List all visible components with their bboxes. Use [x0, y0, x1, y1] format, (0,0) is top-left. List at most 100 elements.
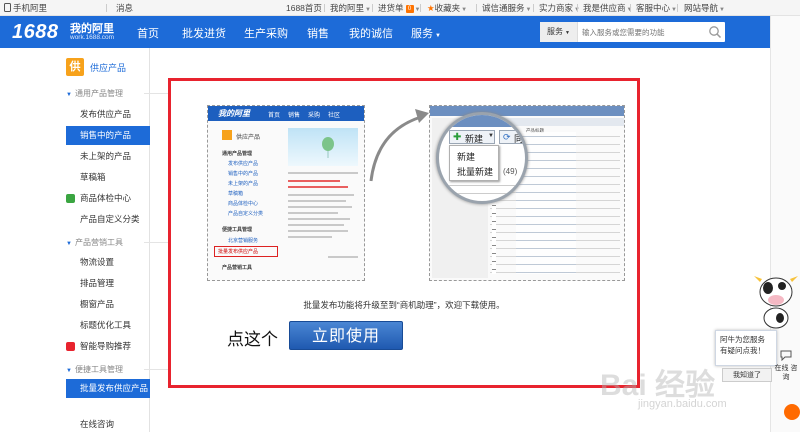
sidebar-item-title-optimize[interactable]: 标题优化工具	[66, 316, 150, 335]
divider	[420, 4, 421, 12]
mini-link: 北京营销服务	[228, 238, 259, 244]
sidebar-group-tools[interactable]: ▼ 便捷工具管理	[66, 364, 214, 375]
sidebar-item-off-shelf[interactable]: 未上架的产品	[66, 147, 150, 166]
mini-link: 未上架的产品	[228, 181, 259, 187]
lens-row-line	[447, 185, 525, 186]
sidebar-item-on-sale[interactable]: 销售中的产品	[66, 126, 150, 145]
caret-down-icon: ▼	[488, 133, 494, 139]
sidebar-item-showcase[interactable]: 橱窗产品	[66, 295, 150, 314]
mini-group: 通用产品管理	[222, 151, 253, 157]
phone-icon	[4, 3, 11, 12]
my-alibaba-menu[interactable]: 我的阿里▼	[330, 2, 371, 14]
sidebar-item-logistics[interactable]: 物流设置	[66, 253, 150, 272]
mini-banner-image	[288, 128, 358, 166]
supply-product-icon: 供	[66, 58, 84, 76]
mini-nav-item: 销售	[288, 113, 301, 119]
sidebar-item-custom-category[interactable]: 产品自定义分类	[66, 210, 150, 229]
lens-menu-batch: 批量新建	[457, 167, 494, 177]
mini-text-line	[288, 218, 350, 220]
mini-text-line	[328, 256, 358, 258]
find-seller-menu[interactable]: 实力商家▼	[539, 2, 580, 14]
feedback-badge-icon[interactable]	[784, 404, 800, 420]
purchase-count-badge: 0	[405, 5, 414, 13]
divider	[630, 4, 631, 12]
sidebar-item-arrangement[interactable]: 排品管理	[66, 274, 150, 293]
sidebar-item-label: 商品体检中心	[80, 193, 132, 203]
sidebar-item-smart-guide[interactable]: 智能导购推荐	[66, 337, 150, 356]
mobile-ali-link[interactable]: 手机阿里	[4, 2, 47, 14]
mini-link: 发布供应产品	[228, 161, 259, 167]
search-input[interactable]	[582, 22, 707, 42]
caret-down-icon: ▼	[525, 7, 532, 13]
lens-new-button: ✚ 新建 ▼	[449, 130, 495, 144]
sidebar-group-label: 便捷工具管理	[74, 365, 123, 374]
caret-down-icon: ▼	[461, 7, 468, 13]
tutorial-screenshot-new: 产品标题 ✚ 新建 ▼ ⟳ 同步	[429, 105, 625, 281]
use-now-button[interactable]: 立即使用	[289, 321, 403, 350]
sidebar-online-consult[interactable]: 在线咨询	[66, 415, 150, 432]
im-supplier-menu[interactable]: 我是供应商▼	[583, 2, 632, 14]
nav-production[interactable]: 生产采购	[244, 25, 288, 41]
trust-service-label: 诚信通服务	[482, 3, 525, 13]
divider	[577, 4, 578, 12]
caret-down-icon: ▼	[565, 30, 570, 36]
purchase-list-menu[interactable]: 进货单 0 ▼	[378, 2, 420, 14]
home-1688-link[interactable]: 1688首页	[286, 2, 322, 14]
triangle-down-icon: ▼	[66, 368, 72, 374]
mini-text-line	[288, 230, 348, 232]
lens-menu-new: 新建	[457, 152, 476, 162]
site-url: work.1688.com	[70, 34, 115, 41]
nav-services[interactable]: 服务 ▼	[411, 25, 441, 41]
lens-dropdown-menu: 新建 批量新建	[449, 145, 499, 181]
divider	[106, 4, 107, 12]
triangle-down-icon: ▼	[66, 241, 72, 247]
sidebar-title: 供应产品	[90, 63, 127, 73]
nav-wholesale[interactable]: 批发进货	[182, 25, 226, 41]
sidebar-group-marketing[interactable]: ▼ 产品营销工具	[66, 237, 214, 248]
mini-nav-item: 首页	[268, 113, 281, 119]
mini-highlight-link: 批量发布供应产品	[218, 249, 259, 255]
search-scope-select[interactable]: 服务 ▼	[540, 22, 578, 42]
sidebar-item-health-check[interactable]: 商品体检中心	[66, 189, 150, 208]
messages-link[interactable]: 消息	[116, 2, 133, 14]
sidebar-item-drafts[interactable]: 草稿箱	[66, 168, 150, 187]
nav-sales[interactable]: 销售	[307, 25, 329, 41]
mini-side-title: 供应产品	[236, 135, 261, 141]
online-consult-label: 在线 咨询	[774, 365, 798, 381]
mini-logo: 我的阿里	[218, 109, 250, 118]
mini-header: 我的阿里 首页 销售 采购 社区	[208, 106, 364, 121]
sidebar-item-publish[interactable]: 发布供应产品	[66, 105, 150, 124]
mini-red-line	[288, 186, 348, 188]
cow-mascot-icon[interactable]	[752, 270, 798, 330]
find-seller-label: 实力商家	[539, 3, 574, 13]
mini-link: 销售中的产品	[228, 171, 259, 177]
mini-link: 产品自定义分类	[228, 211, 264, 217]
search-icon[interactable]	[708, 25, 722, 39]
divider	[324, 4, 325, 12]
sidebar-group-general[interactable]: ▼ 通用产品管理	[66, 88, 214, 99]
mini-nav-item: 采购	[308, 113, 321, 119]
site-logo[interactable]: 1688	[12, 21, 59, 44]
assistant-dismiss-button[interactable]: 我知道了	[722, 368, 772, 382]
divider	[677, 4, 678, 12]
sidebar-group-label: 产品营销工具	[74, 238, 123, 247]
sidebar-item-batch-publish[interactable]: 批量发布供应产品	[66, 379, 150, 398]
upgrade-notice-panel: 我的阿里 首页 销售 采购 社区 供应产品 通用产品管理 发布供应产品 销售中的…	[168, 78, 640, 388]
service-center-menu[interactable]: 客服中心▼	[636, 2, 677, 14]
nav-my-trust[interactable]: 我的诚信	[349, 25, 393, 41]
my-alibaba-label: 我的阿里	[330, 3, 365, 13]
nav-home[interactable]: 首页	[137, 25, 159, 41]
site-nav-menu[interactable]: 网站导航▼	[684, 2, 725, 14]
caret-down-icon: ▼	[365, 7, 371, 13]
lens-row-line	[447, 193, 525, 194]
online-consult-button[interactable]: 在线 咨询	[774, 350, 798, 386]
caret-down-icon: ▼	[719, 7, 725, 13]
mini-nav-item: 社区	[328, 113, 341, 119]
mini-text-line	[288, 194, 354, 196]
favorites-menu[interactable]: ★收藏夹▼	[427, 2, 467, 14]
trust-service-menu[interactable]: 诚信通服务▼	[482, 2, 531, 14]
baidu-watermark-url: jingyan.baidu.com	[638, 398, 727, 410]
purchase-list-label: 进货单	[378, 3, 404, 13]
mobile-ali-label: 手机阿里	[13, 3, 48, 13]
search-scope-label: 服务	[547, 27, 564, 36]
